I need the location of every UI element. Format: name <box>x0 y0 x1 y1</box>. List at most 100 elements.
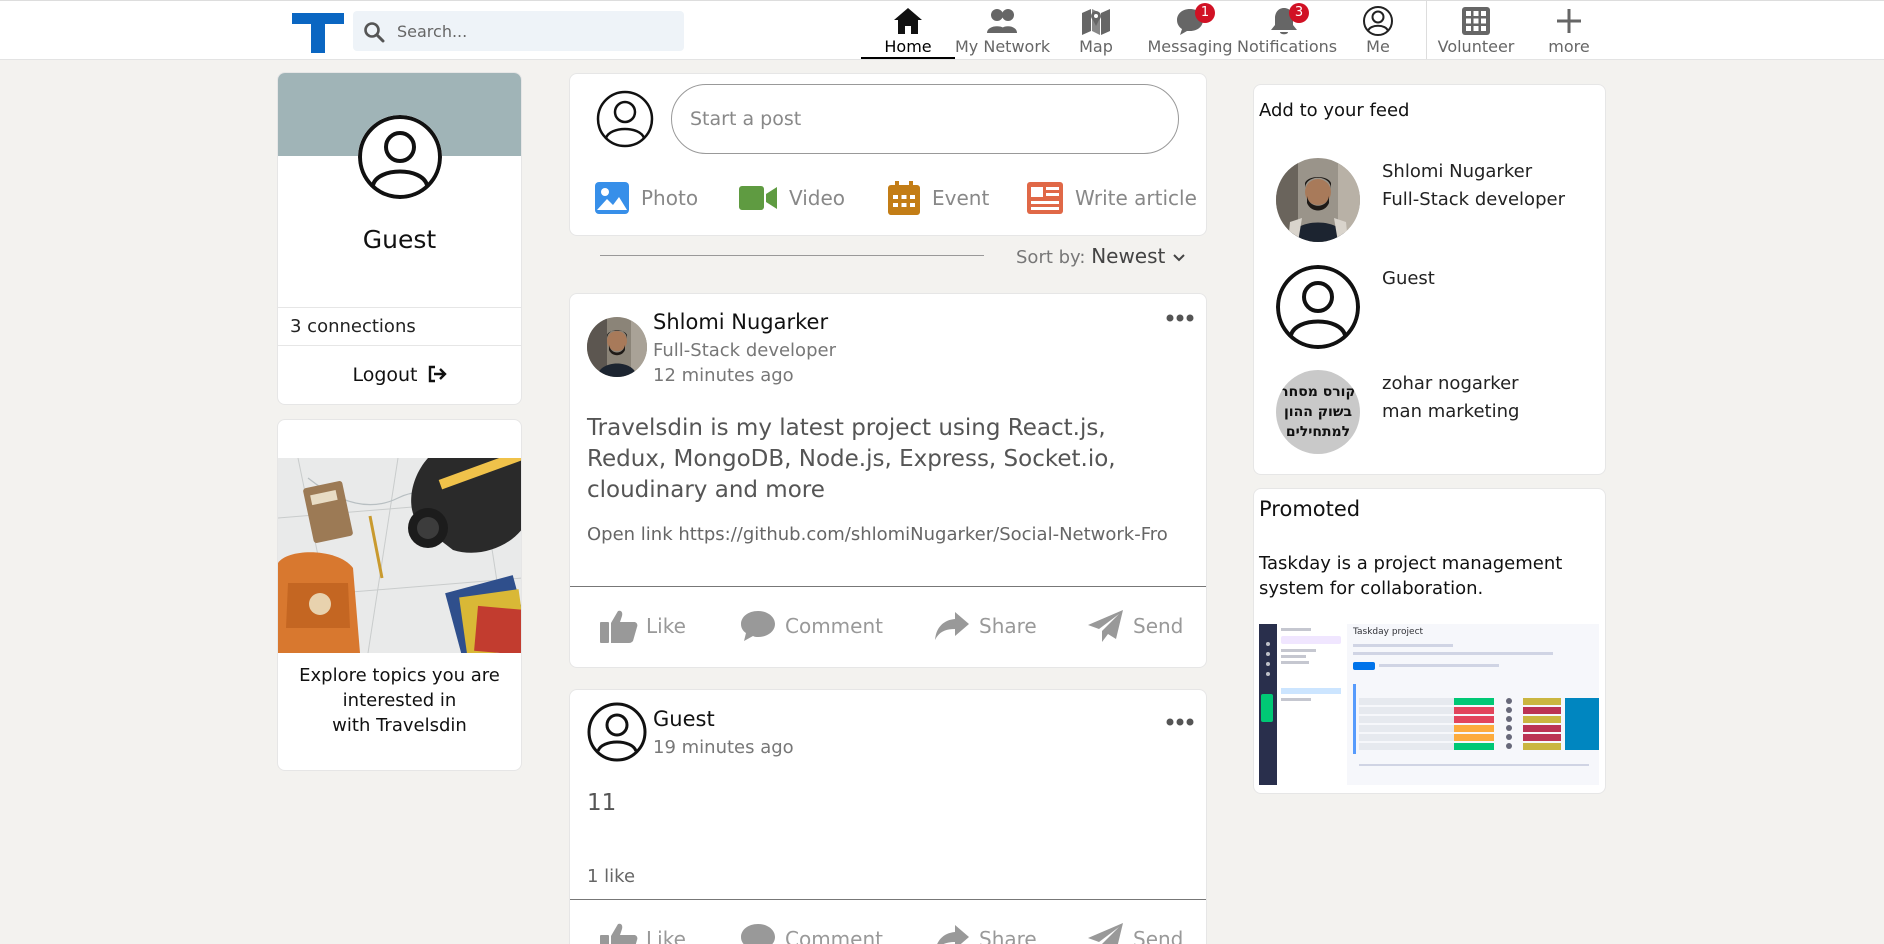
feed-suggestion[interactable]: קורס מסחר בשוק ההון למתחילים zohar nogar… <box>1276 370 1576 456</box>
sort-label: Sort by: <box>1016 247 1086 268</box>
photo-label: Photo <box>641 186 699 210</box>
more-options-icon[interactable] <box>1166 312 1194 324</box>
feed-suggestion[interactable]: Shlomi Nugarker Full-Stack developer <box>1276 158 1576 244</box>
post-link[interactable]: Open link https://github.com/shlomiNugar… <box>587 524 1167 545</box>
divider <box>278 345 521 346</box>
nav-messaging-label: Messaging <box>1147 37 1233 56</box>
nav-notifications[interactable]: 3 Notifications <box>1237 1 1338 59</box>
post-text: Travelsdin is my latest project using Re… <box>587 415 1116 503</box>
post-timestamp: 12 minutes ago <box>653 365 794 386</box>
user-avatar-icon <box>596 90 654 148</box>
sort-dropdown[interactable]: Sort by: Newest <box>1016 244 1185 268</box>
post-divider <box>570 899 1206 900</box>
nav-divider <box>1426 1 1427 59</box>
avatar-text: למתחילים <box>1286 424 1350 440</box>
like-button[interactable]: Like <box>600 608 686 644</box>
logout-icon <box>428 365 447 383</box>
photo-button[interactable]: Photo <box>595 180 698 216</box>
send-icon <box>1088 923 1123 944</box>
top-navbar: Home My Network Map 1 Messaging <box>0 0 1884 60</box>
share-button[interactable]: Share <box>933 608 1037 644</box>
send-label: Send <box>1133 614 1184 638</box>
post-card: Shlomi Nugarker Full-Stack developer 12 … <box>569 293 1207 668</box>
post-text: 11 <box>587 790 617 816</box>
event-label: Event <box>932 186 990 210</box>
travel-flatlay-image <box>278 458 521 653</box>
profile-avatar-icon[interactable] <box>358 115 442 199</box>
more-options-icon[interactable] <box>1166 716 1194 728</box>
event-button[interactable]: Event <box>888 180 989 216</box>
nav-my-network[interactable]: My Network <box>955 1 1051 59</box>
send-button[interactable]: Send <box>1087 921 1183 944</box>
calendar-icon <box>888 181 920 215</box>
video-icon <box>739 186 777 210</box>
map-icon <box>1082 9 1110 35</box>
profile-name[interactable]: Guest <box>278 225 521 254</box>
search-input[interactable] <box>397 11 677 51</box>
logout-button[interactable]: Logout <box>278 364 521 386</box>
nav-map-label: Map <box>1079 37 1113 56</box>
travelsdin-logo[interactable] <box>292 13 344 53</box>
nav-volunteer-label: Volunteer <box>1437 37 1515 56</box>
post-author-name[interactable]: Shlomi Nugarker <box>653 310 828 334</box>
start-post-input[interactable]: Start a post <box>671 84 1179 154</box>
comment-button[interactable]: Comment <box>739 921 883 944</box>
promoted-card: Promoted Taskday is a project management… <box>1253 488 1606 794</box>
thumbs-up-icon <box>600 923 638 944</box>
connections-count[interactable]: 3 connections <box>290 316 416 337</box>
notifications-badge: 3 <box>1289 3 1309 23</box>
video-button[interactable]: Video <box>739 180 845 216</box>
comment-button[interactable]: Comment <box>739 608 883 644</box>
feed-suggestion[interactable]: Guest <box>1276 265 1576 351</box>
nav-home-label: Home <box>884 37 932 56</box>
share-button[interactable]: Share <box>933 921 1037 944</box>
nav-more[interactable]: more <box>1524 1 1614 59</box>
add-to-feed-card: Add to your feed Shlomi Nugarker Full-St… <box>1253 84 1606 475</box>
sort-divider <box>600 255 984 256</box>
taskday-screenshot[interactable]: Taskday project <box>1259 624 1599 785</box>
thumbs-up-icon <box>600 610 638 643</box>
avatar-text: קורס מסחר <box>1280 384 1356 400</box>
write-article-button[interactable]: Write article <box>1027 180 1197 216</box>
network-icon <box>987 9 1017 33</box>
home-icon <box>894 8 922 34</box>
likes-count[interactable]: 1 like <box>587 866 635 887</box>
comment-icon <box>741 924 775 944</box>
photo-icon <box>595 182 629 214</box>
comment-icon <box>741 611 775 641</box>
post-timestamp: 19 minutes ago <box>653 737 794 758</box>
like-button[interactable]: Like <box>600 921 686 944</box>
share-icon <box>937 925 969 944</box>
user-avatar-icon[interactable] <box>587 702 647 762</box>
nav-more-label: more <box>1548 37 1590 56</box>
suggestion-name: Guest <box>1382 268 1435 289</box>
nav-map[interactable]: Map <box>1049 1 1143 59</box>
article-icon <box>1027 182 1063 214</box>
explore-line: with Travelsdin <box>332 715 467 736</box>
post-author-name[interactable]: Guest <box>653 707 715 731</box>
post-card: Guest 19 minutes ago 11 1 like Like Comm… <box>569 689 1207 944</box>
like-label: Like <box>646 927 686 944</box>
nav-me[interactable]: Me <box>1331 1 1425 59</box>
nav-messaging[interactable]: 1 Messaging <box>1143 1 1237 59</box>
nav-volunteer[interactable]: Volunteer <box>1428 1 1524 59</box>
explore-line: interested in <box>342 690 457 711</box>
search-icon <box>364 22 385 43</box>
like-label: Like <box>646 614 686 638</box>
nav-notifications-label: Notifications <box>1237 37 1338 56</box>
author-avatar[interactable] <box>587 317 647 377</box>
share-icon <box>935 612 969 640</box>
share-label: Share <box>979 927 1037 944</box>
comment-label: Comment <box>785 614 883 638</box>
nav-my-network-label: My Network <box>955 37 1051 56</box>
plus-icon <box>1557 9 1581 33</box>
grid-icon <box>1462 7 1490 35</box>
send-label: Send <box>1133 927 1184 944</box>
nav-home[interactable]: Home <box>861 1 955 59</box>
comment-label: Comment <box>785 927 883 944</box>
video-label: Video <box>789 186 846 210</box>
suggestion-avatar: קורס מסחר בשוק ההון למתחילים <box>1276 370 1360 454</box>
send-button[interactable]: Send <box>1087 608 1183 644</box>
user-avatar-icon <box>1276 265 1360 349</box>
send-icon <box>1088 610 1123 642</box>
